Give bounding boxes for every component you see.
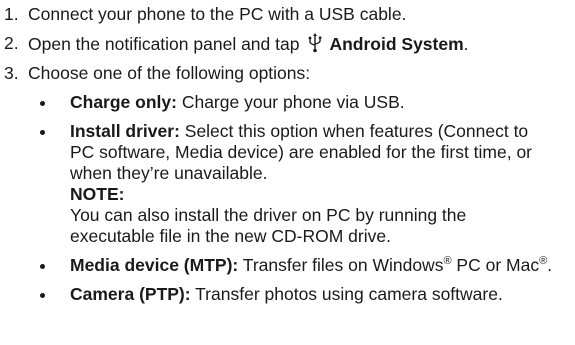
options-list: Charge only: Charge your phone via USB. … [0,92,575,305]
option-description-cont: PC or Mac [451,255,540,275]
note-label: NOTE: [70,184,125,204]
step-number: 1. [4,4,19,24]
registered-mark: ® [539,255,548,267]
step-text-end: . [463,34,469,54]
bullet-dot [40,293,45,298]
step-3: 3. Choose one of the following options: [0,63,575,84]
step-2: 2. Open the notification panel and tap A… [0,33,575,55]
step-text: Open the notification panel and tap [28,34,300,54]
bullet-dot [40,130,45,135]
option-term: Charge only: [70,92,177,112]
usb-icon [309,33,322,53]
step-text: Connect your phone to the PC with a USB … [28,4,407,24]
option-media-device: Media device (MTP): Transfer files on Wi… [0,255,575,276]
registered-mark: ® [443,255,452,267]
option-term: Media device (MTP): [70,255,239,275]
option-description: Transfer photos using camera software. [190,284,503,304]
option-charge-only: Charge only: Charge your phone via USB. [0,92,575,113]
step-1: 1. Connect your phone to the PC with a U… [0,4,575,25]
note-text: You can also install the driver on PC by… [70,205,467,246]
option-term: Camera (PTP): [70,284,191,304]
step-number: 2. [4,33,19,53]
option-description-end: . [547,255,553,275]
android-system-label: Android System [329,34,464,54]
option-install-driver: Install driver: Select this option when … [0,121,575,247]
instructions-document: 1. Connect your phone to the PC with a U… [0,4,575,313]
option-term: Install driver: [70,121,180,141]
step-text: Choose one of the following options: [28,63,311,83]
option-camera: Camera (PTP): Transfer photos using came… [0,284,575,305]
option-description: Charge your phone via USB. [176,92,405,112]
option-description: Transfer files on Windows [238,255,444,275]
step-number: 3. [4,63,19,83]
bullet-dot [40,101,45,106]
bullet-dot [40,264,45,269]
